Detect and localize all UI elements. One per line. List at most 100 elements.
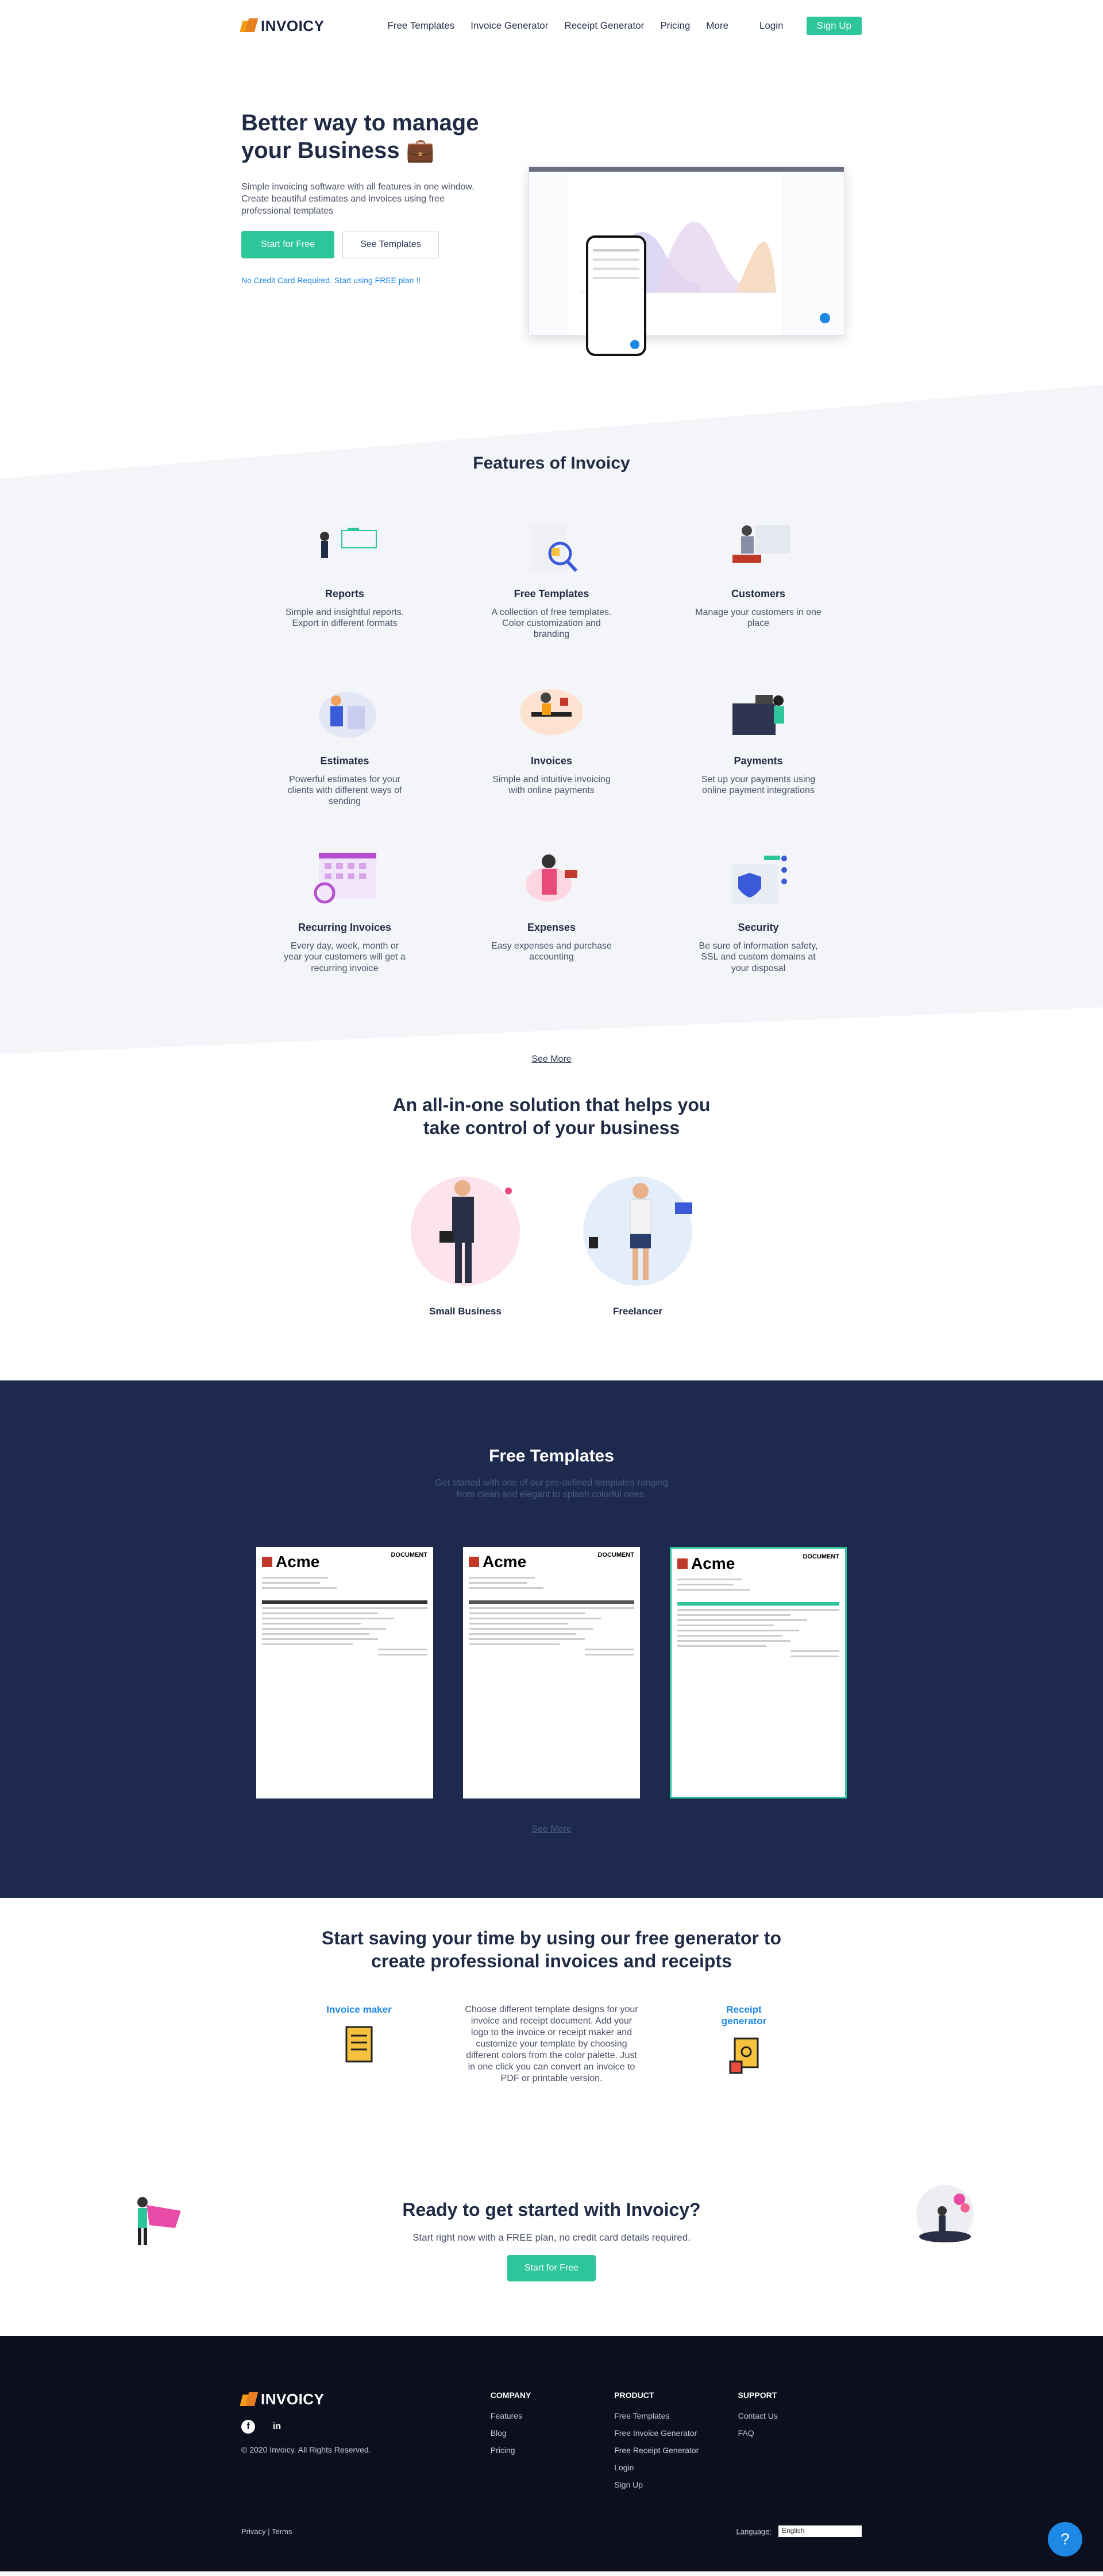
all-in-one-section: An all-in-one solution that helps you ta…	[0, 1065, 1103, 1380]
template-card[interactable]: Acme DOCUMENT	[256, 1547, 433, 1799]
customers-illustration	[721, 513, 796, 577]
feature-title: Estimates	[320, 755, 369, 767]
logo-icon	[240, 18, 259, 33]
security-illustration	[721, 847, 796, 910]
payments-illustration	[721, 680, 796, 744]
free-templates-section: Free Templates Get started with one of o…	[0, 1380, 1103, 1898]
feature-desc: Simple and insightful reports. Export in…	[285, 608, 404, 629]
cta-start-free-button[interactable]: Start for Free	[507, 2255, 596, 2282]
acme-logo-icon	[262, 1557, 272, 1568]
main-nav: Free Templates Invoice Generator Receipt…	[387, 20, 728, 32]
language-label: Language:	[736, 2527, 772, 2536]
footer-link-signup[interactable]: Sign Up	[614, 2480, 738, 2489]
feature-desc: Set up your payments using online paymen…	[701, 774, 816, 795]
templates-title: Free Templates	[489, 1446, 614, 1465]
language-select[interactable]: English	[778, 2525, 862, 2538]
persona-small-business: Small Business	[399, 1168, 531, 1317]
freelancer-illustration	[572, 1168, 704, 1294]
receipt-generator-link[interactable]: Receipt generator	[722, 2004, 766, 2026]
superhero-illustration	[126, 2188, 184, 2251]
footer-link-login[interactable]: Login	[614, 2463, 738, 2472]
feature-title: Invoices	[530, 755, 573, 767]
feature-security: Security Be sure of information safety, …	[655, 847, 862, 974]
footer-link-receipt-generator[interactable]: Free Receipt Generator	[614, 2446, 738, 2455]
nav-receipt-generator[interactable]: Receipt Generator	[564, 20, 644, 32]
feature-title: Recurring Invoices	[298, 922, 392, 934]
see-templates-button[interactable]: See Templates	[342, 231, 439, 259]
footer-col-product: PRODUCT Free Templates Free Invoice Gene…	[614, 2391, 738, 2497]
feature-desc: A collection of free templates. Color cu…	[491, 608, 612, 640]
small-business-illustration	[399, 1168, 531, 1294]
templates-see-more-link[interactable]: See More	[0, 1824, 1103, 1835]
feature-reports: Reports Simple and insightful reports. E…	[241, 513, 448, 640]
footer-link-free-templates[interactable]: Free Templates	[614, 2411, 738, 2420]
receipt-icon	[727, 2036, 761, 2076]
feature-title: Expenses	[527, 922, 576, 934]
feature-payments: Payments Set up your payments using onli…	[655, 680, 862, 807]
hero-subtitle: Simple invoicing software with all featu…	[241, 182, 475, 216]
footer-link-blog[interactable]: Blog	[491, 2428, 614, 2438]
feature-estimates: Estimates Powerful estimates for your cl…	[241, 680, 448, 807]
generators-description: Choose different template designs for yo…	[465, 2005, 638, 2084]
feature-desc: Easy expenses and purchase accounting	[491, 941, 612, 962]
nav-pricing[interactable]: Pricing	[660, 20, 690, 32]
balloons-illustration	[913, 2182, 977, 2245]
persona-freelancer: Freelancer	[572, 1168, 704, 1317]
acme-logo-icon	[469, 1557, 479, 1568]
persona-label: Small Business	[429, 1305, 502, 1317]
generators-section: Start saving your time by using our free…	[0, 1898, 1103, 2199]
footer-link-invoice-generator[interactable]: Free Invoice Generator	[614, 2428, 738, 2438]
invoices-illustration	[514, 680, 589, 744]
legal-links[interactable]: Privacy | Terms	[241, 2527, 292, 2536]
feature-recurring-invoices: Recurring Invoices Every day, week, mont…	[241, 847, 448, 974]
footer-link-contact[interactable]: Contact Us	[738, 2411, 862, 2420]
login-link[interactable]: Login	[759, 20, 784, 32]
templates-subtitle: Get started with one of our pre-defined …	[435, 1477, 668, 1500]
site-logo[interactable]: INVOICY	[240, 17, 325, 35]
template-card-selected[interactable]: Acme DOCUMENT	[670, 1547, 847, 1799]
estimates-illustration	[307, 680, 382, 744]
expenses-illustration	[514, 847, 589, 910]
facebook-icon[interactable]: f	[241, 2420, 255, 2434]
dashboard-screenshot	[529, 167, 844, 336]
nav-invoice-generator[interactable]: Invoice Generator	[470, 20, 548, 32]
feature-title: Reports	[325, 588, 364, 599]
nav-more[interactable]: More	[706, 20, 728, 32]
hero-title: Better way to manage your Business 💼	[241, 110, 479, 163]
logo-text: INVOICY	[261, 17, 325, 34]
feature-customers: Customers Manage your customers in one p…	[655, 513, 862, 640]
footer-col-support: SUPPORT Contact Us FAQ	[738, 2391, 862, 2497]
feature-desc: Simple and intuitive invoicing with onli…	[492, 774, 611, 795]
invoice-maker-link[interactable]: Invoice maker	[326, 2004, 391, 2015]
footer-link-faq[interactable]: FAQ	[738, 2428, 862, 2438]
invoice-icon	[342, 2024, 376, 2064]
feature-free-templates: Free Templates A collection of free temp…	[448, 513, 655, 640]
copyright: © 2020 Invoicy. All Rights Reserved.	[241, 2445, 371, 2455]
signup-button[interactable]: Sign Up	[806, 17, 862, 35]
recurring-illustration	[307, 847, 382, 910]
start-free-button[interactable]: Start for Free	[241, 231, 335, 259]
receipt-generator-tool: Receipt generator	[709, 2004, 778, 2076]
footer-link-features[interactable]: Features	[491, 2411, 614, 2420]
nav-free-templates[interactable]: Free Templates	[387, 20, 454, 32]
feature-title: Security	[738, 922, 779, 934]
linkedin-icon[interactable]: in	[270, 2420, 284, 2434]
features-see-more-link[interactable]: See More	[0, 1054, 1103, 1065]
help-chat-button[interactable]: ?	[1048, 2522, 1082, 2557]
hero-section: Better way to manage your Business 💼 Sim…	[0, 109, 1103, 385]
cta-section: Ready to get started with Invoicy? Start…	[0, 2185, 1103, 2336]
feature-desc: Powerful estimates for your clients with…	[287, 774, 402, 806]
feature-title: Payments	[734, 755, 783, 767]
dashboard-chart-illustration	[529, 172, 844, 335]
feature-desc: Every day, week, month or year your cust…	[284, 941, 406, 973]
logo-icon	[240, 2392, 259, 2407]
phone-screenshot	[586, 235, 646, 356]
feature-invoices: Invoices Simple and intuitive invoicing …	[448, 680, 655, 807]
templates-illustration	[514, 513, 589, 577]
feature-title: Customers	[731, 588, 786, 599]
footer-link-pricing[interactable]: Pricing	[491, 2446, 614, 2455]
footer-logo[interactable]: INVOICY	[240, 2391, 491, 2408]
generators-title: Start saving your time by using our free…	[321, 1928, 782, 1972]
aio-title: An all-in-one solution that helps you ta…	[392, 1094, 711, 1138]
template-card[interactable]: Acme DOCUMENT	[463, 1547, 640, 1799]
